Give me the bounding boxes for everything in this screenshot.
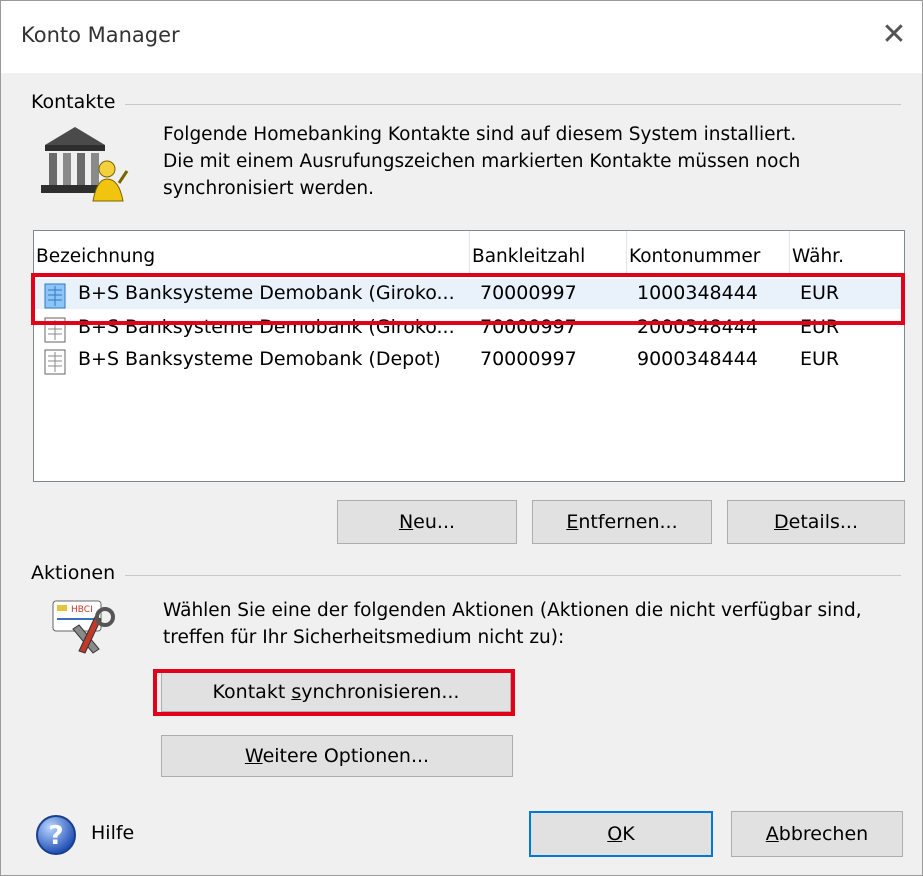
weitere-optionen-button[interactable]: Weitere Optionen...	[161, 735, 513, 777]
svg-text:?: ?	[48, 821, 63, 851]
kontakte-description-line: Die mit einem Ausrufungszeichen markiert…	[163, 151, 801, 172]
list-header: Bezeichnung Bankleitzahl Kontonummer Wäh…	[34, 231, 904, 276]
kontakte-group-line	[41, 104, 901, 105]
column-header-bezeichnung[interactable]: Bezeichnung	[34, 231, 470, 275]
bank-building-user-icon	[37, 123, 129, 203]
ok-button[interactable]: OK	[529, 811, 713, 857]
help-label[interactable]: Hilfe	[91, 822, 134, 844]
row-bezeichnung: B+S Banksysteme Demobank (Depot)	[78, 348, 441, 370]
column-header-kontonummer[interactable]: Kontonummer	[627, 231, 790, 275]
aktionen-group-label: Aktionen	[31, 562, 126, 584]
help-question-icon[interactable]: ?	[35, 814, 77, 856]
highlight-box-sync-button	[153, 669, 515, 716]
konto-manager-dialog: Konto Manager ✕ Kontakte Folgende Homeba…	[0, 0, 923, 876]
neu-mnemonic: N	[398, 511, 414, 533]
neu-button[interactable]: Neu...	[337, 500, 517, 544]
window-title: Konto Manager	[21, 23, 180, 47]
table-row[interactable]: B+S Banksysteme Demobank (Depot) 7000099…	[34, 345, 904, 375]
ok-mnemonic: O	[607, 823, 623, 845]
entfernen-label: ntfernen...	[578, 511, 678, 533]
details-label: etails...	[788, 511, 858, 533]
more-mnemonic: W	[244, 745, 263, 767]
kontakte-description-line: Folgende Homebanking Kontakte sind auf d…	[163, 124, 797, 145]
column-header-waehrung[interactable]: Währ.	[790, 231, 904, 275]
kontakte-group-label: Kontakte	[31, 91, 126, 113]
title-bar: Konto Manager ✕	[1, 1, 922, 73]
cancel-label: bbrechen	[778, 823, 869, 845]
kontakte-description-line: synchronisiert werden.	[163, 178, 375, 199]
entfernen-mnemonic: E	[566, 511, 579, 533]
row-kontonummer: 9000348444	[637, 348, 758, 370]
aktionen-description-line: treffen für Ihr Sicherheitsmedium nicht …	[163, 627, 565, 648]
hbci-card-tools-icon: HBCI	[49, 595, 121, 659]
contacts-list[interactable]: Bezeichnung Bankleitzahl Kontonummer Wäh…	[33, 230, 905, 482]
row-bankleitzahl: 70000997	[480, 348, 577, 370]
ok-label: K	[622, 823, 635, 845]
account-document-icon	[44, 349, 66, 375]
abbrechen-button[interactable]: Abbrechen	[731, 811, 903, 857]
svg-text:HBCI: HBCI	[71, 605, 93, 615]
details-mnemonic: D	[774, 511, 789, 533]
neu-label: eu...	[413, 511, 456, 533]
close-icon[interactable]: ✕	[874, 15, 914, 55]
details-button[interactable]: Details...	[727, 500, 905, 544]
column-header-bankleitzahl[interactable]: Bankleitzahl	[470, 231, 627, 275]
aktionen-group-line	[41, 575, 901, 576]
row-waehrung: EUR	[800, 348, 840, 370]
entfernen-button[interactable]: Entfernen...	[532, 500, 712, 544]
more-label: eitere Optionen...	[262, 745, 430, 767]
highlight-box-selected-row	[31, 273, 905, 325]
aktionen-description: Wählen Sie eine der folgenden Aktionen (…	[163, 597, 862, 651]
kontakte-description: Folgende Homebanking Kontakte sind auf d…	[163, 121, 800, 202]
cancel-mnemonic: A	[765, 823, 779, 845]
aktionen-description-line: Wählen Sie eine der folgenden Aktionen (…	[163, 600, 862, 621]
